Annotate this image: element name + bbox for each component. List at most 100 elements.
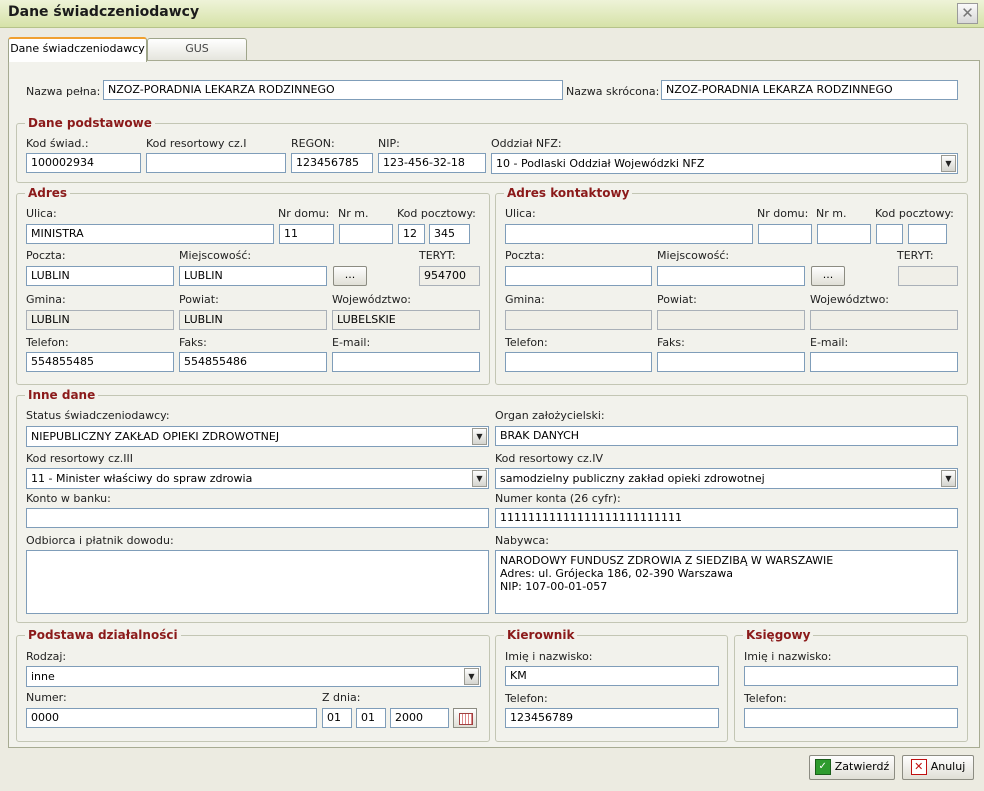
k-ulica-label: Ulica: <box>505 207 536 220</box>
calendar-icon[interactable] <box>453 708 477 728</box>
kierownik-telefon-label: Telefon: <box>505 692 548 705</box>
kod-resortowy-4-select[interactable]: samodzielny publiczny zakład opieki zdro… <box>495 468 958 489</box>
k-wojewodztwo-input <box>810 310 958 330</box>
anuluj-label: Anuluj <box>930 760 966 773</box>
k-powiat-input <box>657 310 805 330</box>
kod-pocztowy-1-input[interactable]: 12 <box>398 224 425 244</box>
k-kod-pocztowy-1-input[interactable] <box>876 224 903 244</box>
numer-konta-input[interactable]: 11111111111111111111111111 <box>495 508 958 528</box>
nr-m-input[interactable] <box>339 224 393 244</box>
anuluj-button[interactable]: ✕ Anuluj <box>902 755 974 780</box>
powiat-label: Powiat: <box>179 293 219 306</box>
ksiegowy-imie-label: Imię i nazwisko: <box>744 650 832 663</box>
organ-input[interactable]: BRAK DANYCH <box>495 426 958 446</box>
k-miejscowosc-input[interactable] <box>657 266 805 286</box>
ulica-input[interactable]: MINISTRA <box>26 224 274 244</box>
k-nr-domu-input[interactable] <box>758 224 812 244</box>
kod-swiad-label: Kod świad.: <box>26 137 89 150</box>
kod-resortowy-3-select[interactable]: 11 - Minister właściwy do spraw zdrowia … <box>26 468 489 489</box>
k-miejscowosc-browse-button[interactable]: ... <box>811 266 845 286</box>
k-poczta-input[interactable] <box>505 266 652 286</box>
telefon-input[interactable]: 554855485 <box>26 352 174 372</box>
miejscowosc-browse-button[interactable]: ... <box>333 266 367 286</box>
nazwa-pelna-input[interactable]: NZOZ-PORADNIA LEKARZA RODZINNEGO <box>103 80 563 100</box>
rodzaj-value: inne <box>31 670 55 683</box>
k-telefon-input[interactable] <box>505 352 652 372</box>
k-telefon-label: Telefon: <box>505 336 548 349</box>
tab-panel: Nazwa pełna: NZOZ-PORADNIA LEKARZA RODZI… <box>8 60 980 748</box>
status-select[interactable]: NIEPUBLICZNY ZAKŁAD OPIEKI ZDROWOTNEJ ▼ <box>26 426 489 447</box>
chevron-down-icon[interactable]: ▼ <box>941 470 956 487</box>
kierownik-title: Kierownik <box>504 628 578 642</box>
k-email-input[interactable] <box>810 352 958 372</box>
miejscowosc-input[interactable]: LUBLIN <box>179 266 327 286</box>
kod-swiad-input[interactable]: 100002934 <box>26 153 141 173</box>
nazwa-skrocona-input[interactable]: NZOZ-PORADNIA LEKARZA RODZINNEGO <box>661 80 958 100</box>
ksiegowy-imie-input[interactable] <box>744 666 958 686</box>
wojewodztwo-input: LUBELSKIE <box>332 310 480 330</box>
k-wojewodztwo-label: Województwo: <box>810 293 890 306</box>
chevron-down-icon[interactable]: ▼ <box>941 155 956 172</box>
podstawa-dzialalnosci-title: Podstawa działalności <box>25 628 181 642</box>
k-teryt-input <box>898 266 958 286</box>
adres-title: Adres <box>25 186 71 200</box>
ksiegowy-telefon-input[interactable] <box>744 708 958 728</box>
tab-dane-swiadczeniodawcy[interactable]: Dane świadczeniodawcy <box>8 37 147 62</box>
status-value: NIEPUBLICZNY ZAKŁAD OPIEKI ZDROWOTNEJ <box>31 430 280 443</box>
chevron-down-icon[interactable]: ▼ <box>464 668 479 685</box>
k-faks-input[interactable] <box>657 352 805 372</box>
ksiegowy-title: Księgowy <box>743 628 814 642</box>
rodzaj-select[interactable]: inne ▼ <box>26 666 481 687</box>
kod-resortowy-1-input[interactable] <box>146 153 286 173</box>
rodzaj-label: Rodzaj: <box>26 650 67 663</box>
kierownik-telefon-input[interactable]: 123456789 <box>505 708 719 728</box>
odbiorca-textarea[interactable] <box>26 550 489 614</box>
status-label: Status świadczeniodawcy: <box>26 409 170 422</box>
nabywca-line-1: NARODOWY FUNDUSZ ZDROWIA Z SIEDZIBĄ W WA… <box>500 554 834 567</box>
email-input[interactable] <box>332 352 480 372</box>
chevron-down-icon[interactable]: ▼ <box>472 428 487 445</box>
day-input[interactable]: 01 <box>322 708 352 728</box>
cancel-icon: ✕ <box>910 759 927 775</box>
konto-label: Konto w banku: <box>26 492 111 505</box>
numer-input[interactable]: 0000 <box>26 708 317 728</box>
zatwierdz-label: Zatwierdź <box>834 760 890 773</box>
nip-label: NIP: <box>378 137 400 150</box>
faks-label: Faks: <box>179 336 207 349</box>
ulica-label: Ulica: <box>26 207 57 220</box>
poczta-input[interactable]: LUBLIN <box>26 266 174 286</box>
k-kod-pocztowy-2-input[interactable] <box>908 224 947 244</box>
year-input[interactable]: 2000 <box>390 708 449 728</box>
close-icon[interactable]: ✕ <box>957 3 978 24</box>
kod-resortowy-4-label: Kod resortowy cz.IV <box>495 452 604 465</box>
telefon-label: Telefon: <box>26 336 69 349</box>
chevron-down-icon[interactable]: ▼ <box>472 470 487 487</box>
k-teryt-label: TERYT: <box>897 249 934 262</box>
email-label: E-mail: <box>332 336 371 349</box>
faks-input[interactable]: 554855486 <box>179 352 327 372</box>
kod-resortowy-3-label: Kod resortowy cz.III <box>26 452 134 465</box>
k-nr-m-input[interactable] <box>817 224 871 244</box>
oddzial-nfz-select[interactable]: 10 - Podlaski Oddział Wojewódzki NFZ ▼ <box>491 153 958 174</box>
gmina-input: LUBLIN <box>26 310 174 330</box>
nr-domu-label: Nr domu: <box>278 207 330 220</box>
nip-input[interactable]: 123-456-32-18 <box>378 153 486 173</box>
regon-input[interactable]: 123456785 <box>291 153 373 173</box>
wojewodztwo-label: Województwo: <box>332 293 412 306</box>
kierownik-imie-label: Imię i nazwisko: <box>505 650 593 663</box>
teryt-label: TERYT: <box>419 249 456 262</box>
month-input[interactable]: 01 <box>356 708 386 728</box>
tab-gus[interactable]: GUS <box>147 38 247 61</box>
nabywca-textarea[interactable]: NARODOWY FUNDUSZ ZDROWIA Z SIEDZIBĄ W WA… <box>495 550 958 614</box>
k-ulica-input[interactable] <box>505 224 753 244</box>
ksiegowy-telefon-label: Telefon: <box>744 692 787 705</box>
nabywca-line-3: NIP: 107-00-01-057 <box>500 580 608 593</box>
k-nr-m-label: Nr m. <box>816 207 847 220</box>
nr-domu-input[interactable]: 11 <box>279 224 334 244</box>
kierownik-imie-input[interactable]: KM <box>505 666 719 686</box>
k-gmina-input <box>505 310 652 330</box>
zatwierdz-button[interactable]: ✓ Zatwierdź <box>809 755 895 780</box>
konto-input[interactable] <box>26 508 489 528</box>
kod-pocztowy-2-input[interactable]: 345 <box>429 224 470 244</box>
check-icon: ✓ <box>814 759 831 775</box>
